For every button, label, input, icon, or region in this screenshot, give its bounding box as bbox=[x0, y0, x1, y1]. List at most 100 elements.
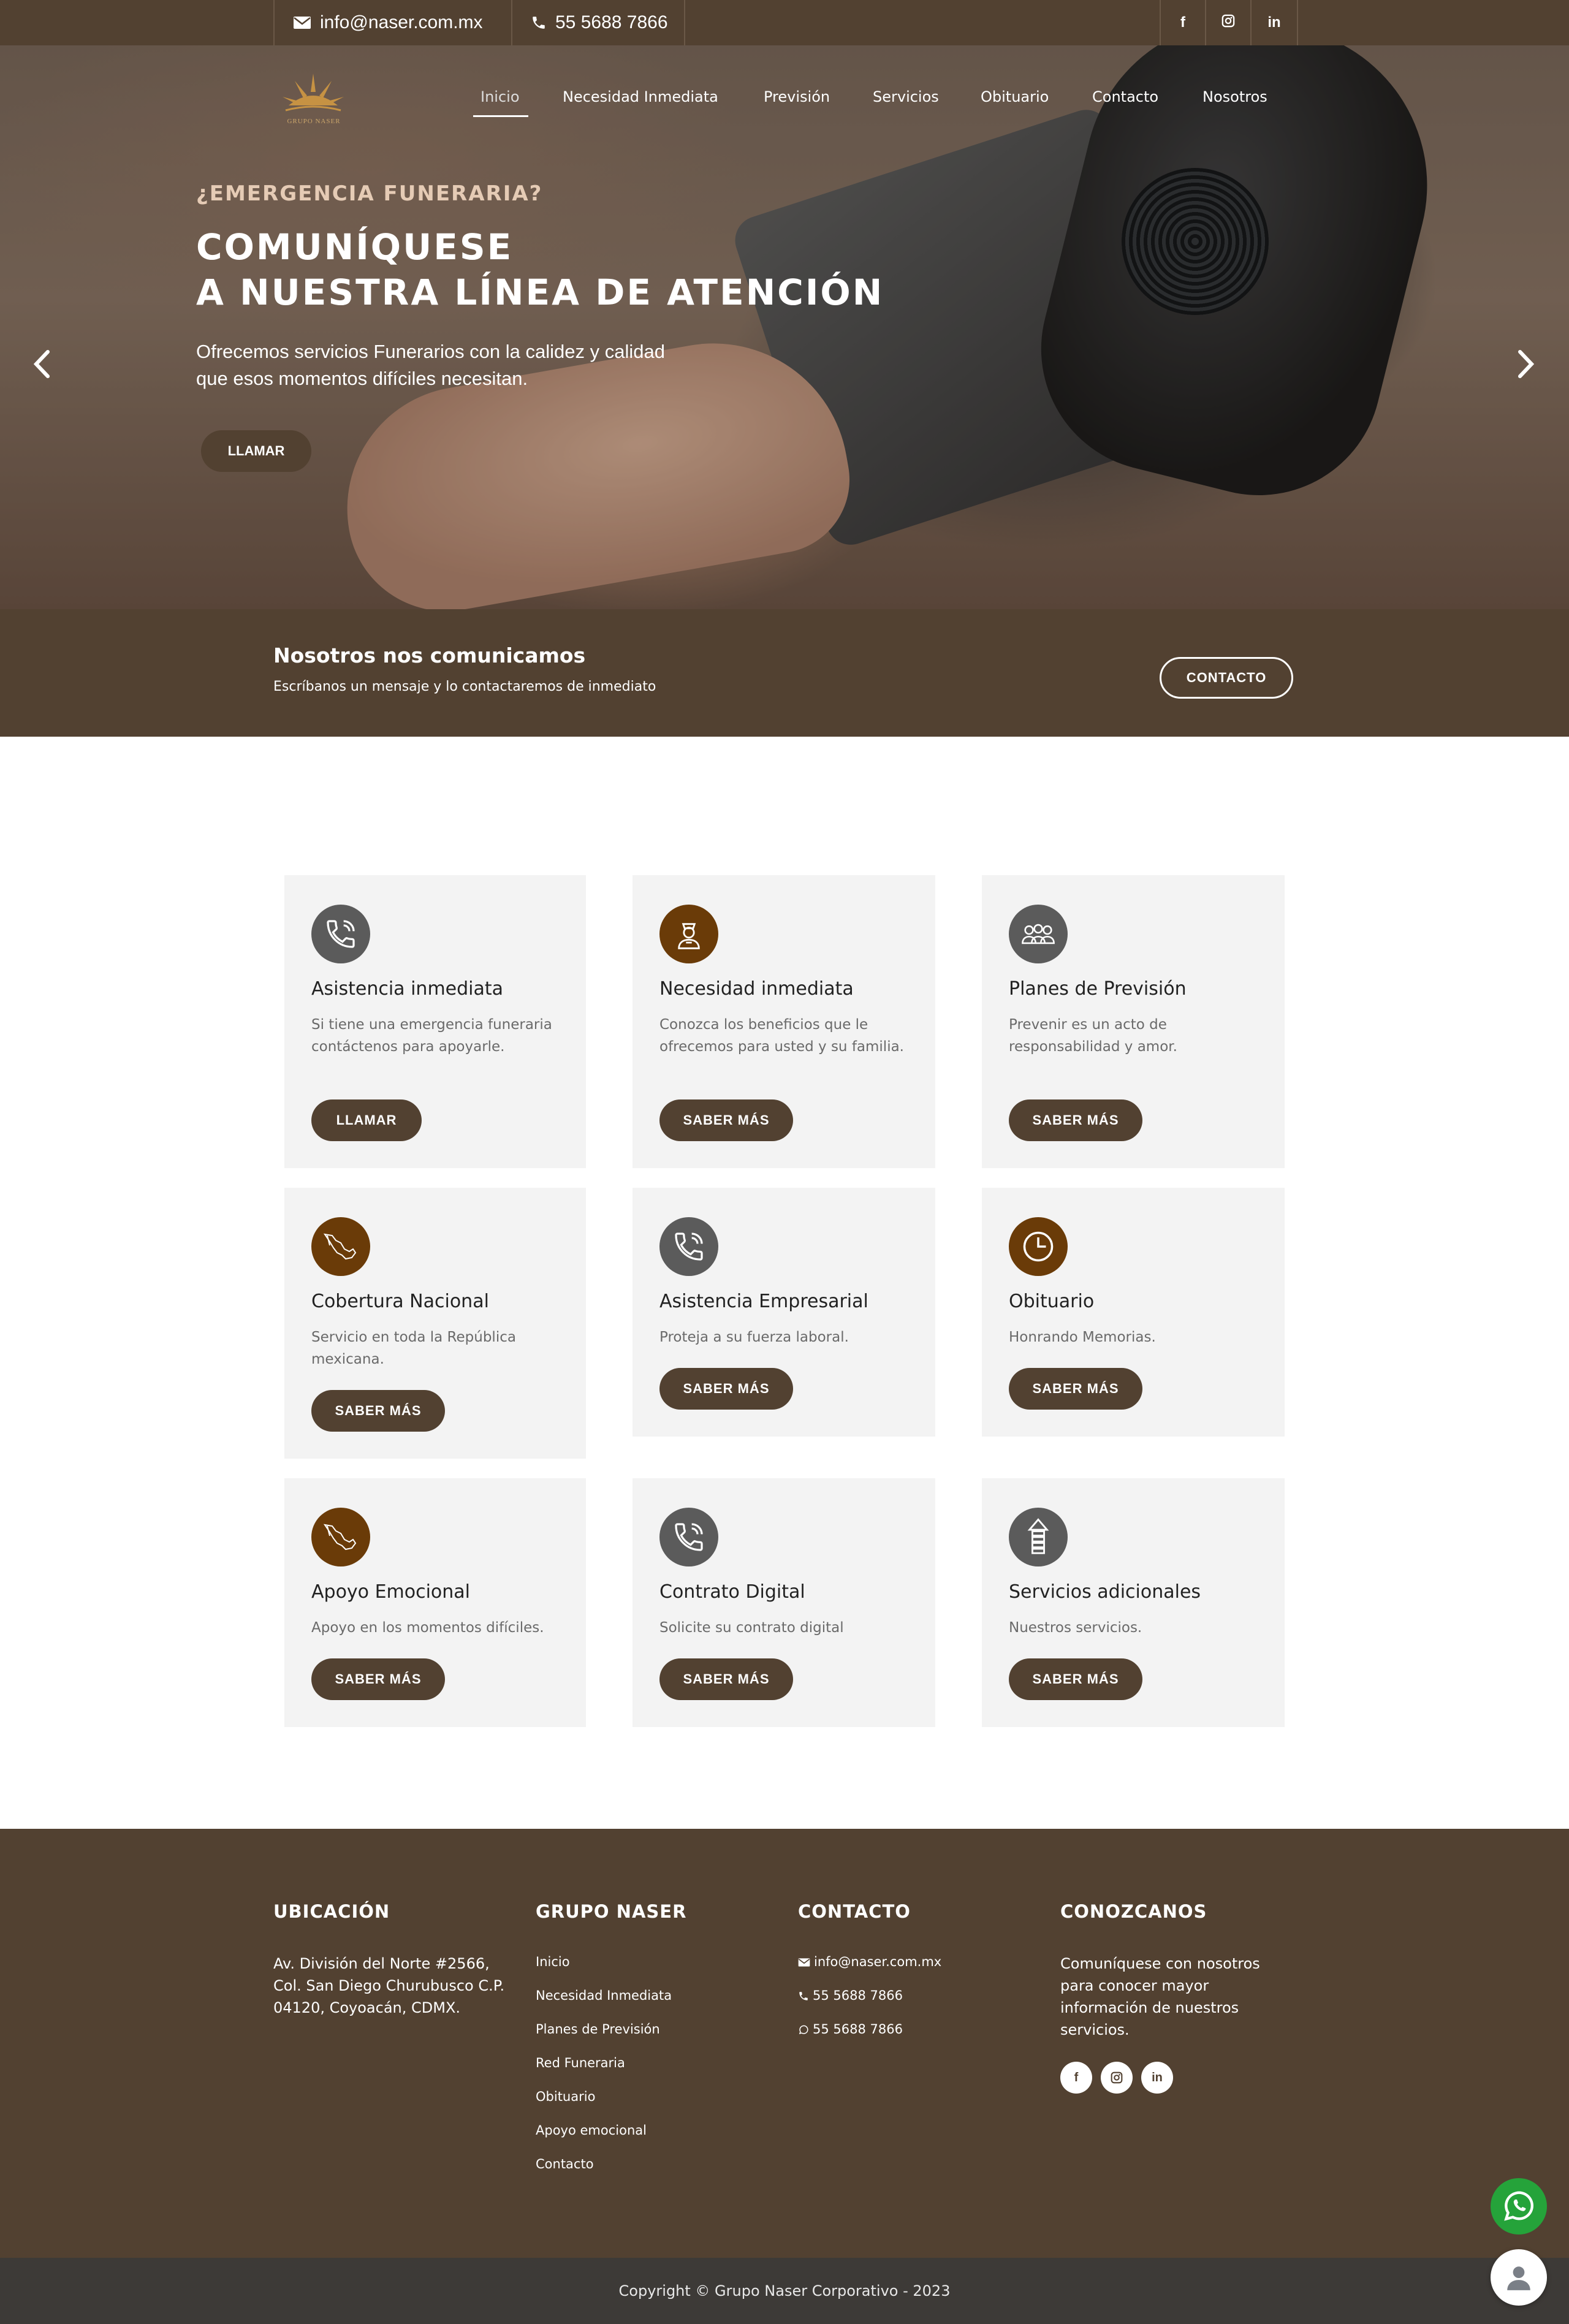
instagram-icon[interactable] bbox=[1101, 2062, 1133, 2094]
nurse-icon bbox=[659, 905, 718, 963]
nav-active-underline bbox=[473, 115, 528, 117]
cta-subtitle: Escríbanos un mensaje y lo contactaremos… bbox=[273, 679, 656, 694]
footer-contact-whatsapp[interactable]: 55 5688 7866 bbox=[798, 2013, 1031, 2046]
footer: UBICACIÓN Av. División del Norte #2566, … bbox=[0, 1829, 1569, 2258]
service-card-obituario: Obituario Honrando Memorias. SABER MÁS bbox=[982, 1188, 1285, 1437]
hero-phone-base-shape bbox=[729, 103, 1208, 552]
whatsapp-floating-button[interactable] bbox=[1491, 2178, 1547, 2235]
service-card-necesidad-inmediata: Necesidad inmediata Conozca los benefici… bbox=[633, 875, 935, 1168]
card-saber-mas-button[interactable]: SABER MÁS bbox=[311, 1390, 445, 1432]
card-saber-mas-button[interactable]: SABER MÁS bbox=[311, 1658, 445, 1700]
footer-about-text: Comuníquese con nosotros para conocer ma… bbox=[1060, 1953, 1293, 2041]
footer-about-heading: CONOZCANOS bbox=[1060, 1901, 1207, 1922]
card-saber-mas-button[interactable]: SABER MÁS bbox=[659, 1099, 793, 1141]
topbar-phone[interactable]: 55 5688 7866 bbox=[511, 0, 685, 45]
footer-link-red-funeraria[interactable]: Red Funeraria bbox=[536, 2046, 769, 2080]
footer-link-necesidad-inmediata[interactable]: Necesidad Inmediata bbox=[536, 1979, 769, 2013]
card-saber-mas-button[interactable]: SABER MÁS bbox=[659, 1368, 793, 1410]
footer-contact-column: CONTACTO info@naser.com.mx 55 5688 7866 … bbox=[798, 1901, 1031, 2046]
footer-link-planes-prevision[interactable]: Planes de Previsión bbox=[536, 2013, 769, 2046]
phone-icon bbox=[799, 1991, 808, 2000]
slider-prev-arrow[interactable] bbox=[29, 346, 54, 382]
whatsapp-icon bbox=[1504, 2191, 1533, 2221]
envelope-icon bbox=[798, 1958, 810, 1967]
nav-obituario[interactable]: Obituario bbox=[981, 88, 1049, 105]
card-saber-mas-button[interactable]: SABER MÁS bbox=[1009, 1368, 1142, 1410]
card-title: Contrato Digital bbox=[659, 1581, 805, 1603]
instagram-icon bbox=[1221, 14, 1235, 32]
footer-links: Inicio Necesidad Inmediata Planes de Pre… bbox=[536, 1945, 769, 2181]
service-card-cobertura-nacional: Cobertura Nacional Servicio en toda la R… bbox=[284, 1188, 586, 1459]
card-saber-mas-button[interactable]: SABER MÁS bbox=[659, 1658, 793, 1700]
footer-link-inicio[interactable]: Inicio bbox=[536, 1945, 769, 1979]
facebook-link[interactable]: f bbox=[1160, 0, 1206, 45]
footer-phone-text: 55 5688 7866 bbox=[813, 1988, 903, 2003]
phone-ring-icon bbox=[311, 905, 370, 963]
card-call-button[interactable]: LLAMAR bbox=[311, 1099, 422, 1141]
main-navigation: GRUPO NASER Inicio Necesidad Inmediata P… bbox=[0, 45, 1569, 137]
footer-contact-email[interactable]: info@naser.com.mx bbox=[798, 1945, 1031, 1979]
card-title: Necesidad inmediata bbox=[659, 978, 854, 1000]
facebook-icon[interactable]: f bbox=[1060, 2062, 1092, 2094]
facebook-icon: f bbox=[1180, 14, 1185, 31]
linkedin-icon[interactable]: in bbox=[1141, 2062, 1173, 2094]
nav-necesidad-inmediata[interactable]: Necesidad Inmediata bbox=[563, 88, 718, 105]
footer-link-contacto[interactable]: Contacto bbox=[536, 2147, 769, 2181]
card-saber-mas-button[interactable]: SABER MÁS bbox=[1009, 1658, 1142, 1700]
hero-description: Ofrecemos servicios Funerarios con la ca… bbox=[196, 338, 748, 392]
footer-social-links: f in bbox=[1060, 2062, 1293, 2094]
footer-address-line: 04120, Coyoacán, CDMX. bbox=[273, 1999, 461, 2016]
card-description: Prevenir es un acto de responsabilidad y… bbox=[1009, 1017, 1177, 1055]
footer-group-heading: GRUPO NASER bbox=[536, 1901, 687, 1922]
nav-servicios[interactable]: Servicios bbox=[873, 88, 939, 105]
cta-contact-button[interactable]: CONTACTO bbox=[1160, 657, 1293, 699]
service-card-servicios-adicionales: Servicios adicionales Nuestros servicios… bbox=[982, 1478, 1285, 1727]
footer-location-heading: UBICACIÓN bbox=[273, 1901, 390, 1922]
logo-text: GRUPO NASER bbox=[287, 118, 341, 125]
nav-contacto[interactable]: Contacto bbox=[1092, 88, 1158, 105]
instagram-link[interactable] bbox=[1205, 0, 1252, 45]
hero-title-line2: A NUESTRA LÍNEA DE ATENCIÓN bbox=[196, 272, 884, 313]
hero-speaker-shape bbox=[1122, 168, 1269, 315]
footer-whatsapp-text: 55 5688 7866 bbox=[813, 2022, 903, 2037]
hero-title-line1: COMUNÍQUESE bbox=[196, 226, 514, 268]
phone-ring-icon bbox=[659, 1217, 718, 1276]
card-description: Solicite su contrato digital bbox=[659, 1620, 844, 1636]
nav-prevision[interactable]: Previsión bbox=[764, 88, 830, 105]
mexico-map-icon bbox=[311, 1217, 370, 1276]
copyright-text: Copyright © Grupo Naser Corporativo - 20… bbox=[618, 2282, 951, 2299]
footer-group-column: GRUPO NASER Inicio Necesidad Inmediata P… bbox=[536, 1901, 769, 2181]
footer-about-line: servicios. bbox=[1060, 2021, 1130, 2038]
topbar-phone-text: 55 5688 7866 bbox=[555, 12, 668, 32]
chat-avatar-button[interactable] bbox=[1491, 2249, 1547, 2306]
chevron-right-icon bbox=[1518, 350, 1535, 378]
hero-call-button[interactable]: LLAMAR bbox=[201, 430, 311, 472]
footer-address: Av. División del Norte #2566, Col. San D… bbox=[273, 1953, 519, 2019]
clock-icon bbox=[1009, 1217, 1068, 1276]
topbar-email[interactable]: info@naser.com.mx bbox=[273, 0, 512, 45]
footer-about-line: información de nuestros bbox=[1060, 1999, 1239, 2016]
footer-contact-heading: CONTACTO bbox=[798, 1901, 911, 1922]
card-saber-mas-button[interactable]: SABER MÁS bbox=[1009, 1099, 1142, 1141]
footer-about-line: para conocer mayor bbox=[1060, 1977, 1209, 1994]
footer-email-text: info@naser.com.mx bbox=[814, 1954, 942, 1969]
linkedin-icon: in bbox=[1267, 14, 1281, 31]
footer-address-line: Av. División del Norte #2566, bbox=[273, 1955, 490, 1972]
card-title: Asistencia Empresarial bbox=[659, 1291, 868, 1312]
copyright-bar: Copyright © Grupo Naser Corporativo - 20… bbox=[0, 2258, 1569, 2324]
footer-link-apoyo-emocional[interactable]: Apoyo emocional bbox=[536, 2114, 769, 2147]
phone-ring-icon bbox=[659, 1508, 718, 1566]
group-icon bbox=[1009, 905, 1068, 963]
card-title: Servicios adicionales bbox=[1009, 1581, 1201, 1603]
top-bar: info@naser.com.mx 55 5688 7866 f in bbox=[0, 0, 1569, 45]
arrow-up-icon bbox=[1009, 1508, 1068, 1566]
nav-inicio[interactable]: Inicio bbox=[481, 88, 520, 105]
nav-nosotros[interactable]: Nosotros bbox=[1202, 88, 1267, 105]
hero-kicker: ¿EMERGENCIA FUNERARIA? bbox=[196, 181, 543, 206]
slider-next-arrow[interactable] bbox=[1514, 346, 1538, 382]
linkedin-link[interactable]: in bbox=[1250, 0, 1298, 45]
card-title: Apoyo Emocional bbox=[311, 1581, 471, 1603]
footer-contact-phone[interactable]: 55 5688 7866 bbox=[798, 1979, 1031, 2013]
footer-link-obituario[interactable]: Obituario bbox=[536, 2080, 769, 2114]
card-description: Apoyo en los momentos difíciles. bbox=[311, 1620, 544, 1636]
